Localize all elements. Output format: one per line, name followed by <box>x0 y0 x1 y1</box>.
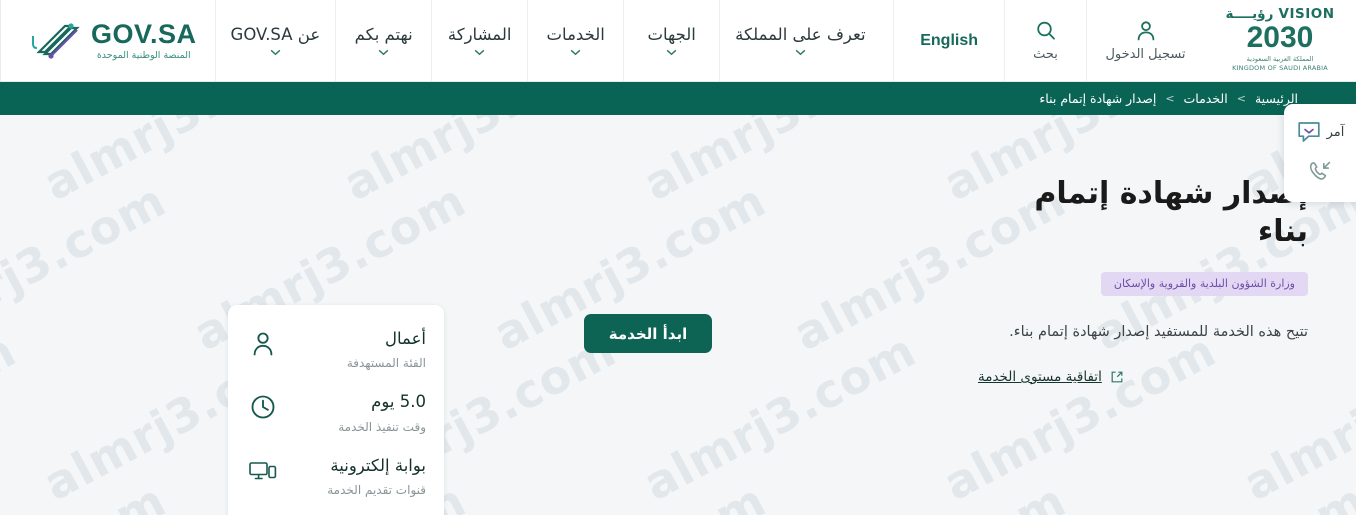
search-icon <box>1036 21 1055 40</box>
chat-assistant-label: آمر <box>1326 124 1345 140</box>
clock-icon <box>246 391 280 421</box>
nav-label: الجهات <box>647 25 696 44</box>
service-description: تتيح هذه الخدمة للمستفيد إصدار شهادة إتم… <box>1009 324 1308 340</box>
chevron-down-icon <box>795 49 806 56</box>
sla-link-label: اتفاقية مستوى الخدمة <box>978 368 1102 385</box>
info-value: أعمال <box>385 329 426 348</box>
phone-callback-icon <box>1309 161 1331 180</box>
breadcrumb: الرئيسية > الخدمات > إصدار شهادة إتمام ب… <box>1039 91 1298 106</box>
info-label: وقت تنفيذ الخدمة <box>338 419 426 434</box>
vision-logo-en: KINGDOM OF SAUDI ARABIA <box>1232 63 1328 72</box>
login-button[interactable]: تسجيل الدخول <box>1086 0 1204 81</box>
service-info-card: أعمال الفئة المستهدفة 5.0 يوم وقت تنفيذ … <box>228 305 444 515</box>
main-navigation: تعرف على المملكة الجهات الخدمات المشاركة… <box>214 0 881 81</box>
govsa-logo[interactable]: GOV.SA المنصة الوطنية الموحدة <box>0 0 215 81</box>
info-row-fees: ريال مجاناً رسوم الخدمة <box>246 509 426 515</box>
info-label: قنوات تقديم الخدمة <box>327 483 426 498</box>
nav-label: تعرف على المملكة <box>735 25 866 44</box>
external-link-icon <box>1111 371 1123 383</box>
vision-2030-logo[interactable]: VISION رؤيــــة 2030 المملكة العربية الس… <box>1204 0 1356 81</box>
chevron-down-icon <box>378 49 389 56</box>
govsa-logo-text: GOV.SA <box>91 18 197 49</box>
breadcrumb-separator: > <box>1165 92 1175 105</box>
search-button[interactable]: بحث <box>1004 0 1086 81</box>
chevron-down-icon <box>570 49 581 56</box>
info-row-target-audience: أعمال الفئة المستهدفة <box>246 319 426 382</box>
nav-item-know-kingdom[interactable]: تعرف على المملكة <box>719 0 881 81</box>
user-icon <box>1137 21 1154 41</box>
govsa-emblem-icon <box>27 18 83 64</box>
login-button-label: تسجيل الدخول <box>1105 47 1186 62</box>
vision-logo-top: VISION رؤيــــة <box>1225 6 1335 23</box>
nav-item-participation[interactable]: المشاركة <box>431 0 528 81</box>
chevron-down-icon <box>474 49 485 56</box>
chat-bubble-icon <box>1297 122 1320 142</box>
info-value: 5.0 يوم <box>371 392 426 412</box>
nav-label: نهتم بكم <box>354 25 413 44</box>
info-label: الفئة المستهدفة <box>346 356 426 371</box>
nav-label: عن GOV.SA <box>230 25 321 44</box>
main-content: إصدار شهادة إتمام بناء وزارة الشؤون البل… <box>0 115 1356 515</box>
chevron-down-icon <box>666 49 677 56</box>
breadcrumb-bar: الرئيسية > الخدمات > إصدار شهادة إتمام ب… <box>0 82 1356 115</box>
breadcrumb-services[interactable]: الخدمات <box>1184 91 1228 106</box>
ministry-badge: وزارة الشؤون البلدية والقروية والإسكان <box>1100 272 1308 296</box>
page-title: إصدار شهادة إتمام بناء <box>1034 176 1308 249</box>
sla-agreement-link[interactable]: اتفاقية مستوى الخدمة <box>978 369 1308 385</box>
header-spacer <box>880 0 894 81</box>
site-header: GOV.SA المنصة الوطنية الموحدة تعرف على ا… <box>0 0 1356 82</box>
service-hero: إصدار شهادة إتمام بناء وزارة الشؤون البل… <box>978 175 1308 385</box>
chevron-down-icon <box>270 49 281 56</box>
breadcrumb-current: إصدار شهادة إتمام بناء <box>1039 91 1157 106</box>
nav-label: المشاركة <box>447 25 512 44</box>
nav-item-we-care[interactable]: نهتم بكم <box>335 0 432 81</box>
nav-item-entities[interactable]: الجهات <box>623 0 720 81</box>
nav-label: الخدمات <box>546 25 605 44</box>
user-icon <box>246 328 280 358</box>
chat-assistant-button[interactable]: آمر <box>1284 112 1356 152</box>
search-button-label: بحث <box>1033 47 1058 62</box>
language-toggle-button[interactable]: English <box>893 0 1004 81</box>
callback-request-button[interactable] <box>1284 152 1356 192</box>
info-row-processing-time: 5.0 يوم وقت تنفيذ الخدمة <box>246 382 426 445</box>
nav-item-about-govsa[interactable]: عن GOV.SA <box>214 0 336 81</box>
floating-support-widget: آمر <box>1284 104 1356 202</box>
govsa-logo-subtitle: المنصة الوطنية الموحدة <box>96 49 191 61</box>
vision-logo-ar: المملكة العربية السعودية <box>1246 54 1314 63</box>
nav-item-services[interactable]: الخدمات <box>527 0 624 81</box>
breadcrumb-separator: > <box>1236 92 1246 105</box>
info-value: بوابة إلكترونية <box>330 455 426 475</box>
vision-logo-number: 2030 <box>1246 20 1314 54</box>
info-row-channels: بوابة إلكترونية قنوات تقديم الخدمة <box>246 446 426 509</box>
devices-icon <box>246 455 280 485</box>
start-service-button[interactable]: ابدأ الخدمة <box>584 314 712 353</box>
